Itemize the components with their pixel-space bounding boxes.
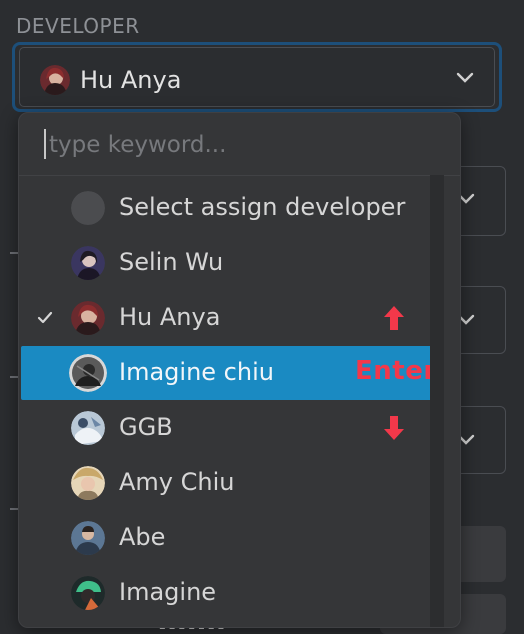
arrow-down-icon	[384, 416, 404, 440]
developer-select[interactable]: Hu Anya	[12, 42, 502, 112]
option-imagine[interactable]: Imagine	[21, 566, 439, 620]
option-label: Select assign developer	[119, 193, 406, 221]
selected-avatar	[40, 65, 70, 95]
developer-select-inner[interactable]: Hu Anya	[19, 47, 495, 107]
option-label: GGB	[119, 413, 173, 441]
enter-annotation: Enter	[355, 356, 437, 386]
option-selin-wu[interactable]: Selin Wu	[21, 236, 439, 290]
search-input[interactable]	[47, 125, 431, 165]
option-label: Hu Anya	[119, 303, 221, 331]
option-hu-anya[interactable]: Hu Anya	[21, 291, 439, 345]
imagine-avatar	[71, 576, 105, 610]
selin-wu-avatar	[71, 246, 105, 280]
imagine-chiu-avatar	[69, 354, 107, 392]
search-row	[19, 113, 460, 176]
amy-chiu-avatar	[71, 466, 105, 500]
option-label: Imagine chiu	[119, 358, 274, 386]
abe-avatar	[71, 521, 105, 555]
option-select-assign-developer[interactable]: Select assign developer	[21, 181, 439, 235]
arrow-up-icon	[384, 306, 404, 330]
placeholder-avatar	[71, 191, 105, 225]
ggb-avatar	[71, 411, 105, 445]
chevron-down-icon	[456, 72, 474, 83]
hu-anya-avatar	[71, 301, 105, 335]
option-label: Selin Wu	[119, 248, 224, 276]
option-label: Abe	[119, 523, 166, 551]
option-amy-chiu[interactable]: Amy Chiu	[21, 456, 439, 510]
text-caret	[44, 129, 46, 159]
option-ggb[interactable]: GGB	[21, 401, 439, 455]
dropdown-scrollbar[interactable]	[430, 175, 444, 627]
developer-label: DEVELOPER	[16, 14, 140, 38]
selected-developer-name: Hu Anya	[80, 66, 182, 94]
option-label: Imagine	[119, 578, 217, 606]
check-icon	[37, 311, 53, 324]
option-imagine-chiu[interactable]: Imagine chiu Enter	[21, 346, 439, 400]
option-label: Amy Chiu	[119, 468, 235, 496]
option-abe[interactable]: Abe	[21, 511, 439, 565]
developer-dropdown[interactable]: Select assign developer Selin Wu Hu Anya	[18, 112, 461, 628]
